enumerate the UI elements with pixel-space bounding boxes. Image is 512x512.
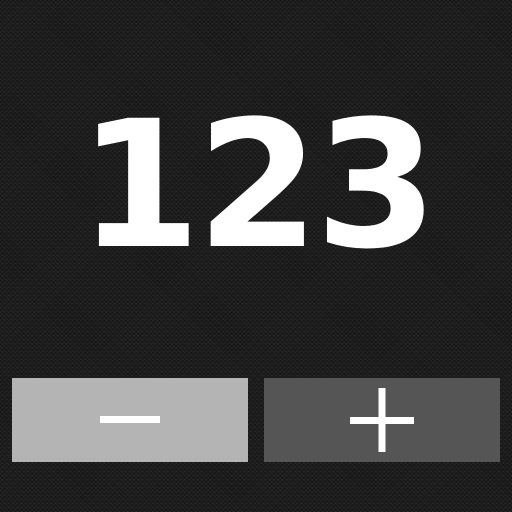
counter-screen: 123 (0, 0, 512, 512)
counter-value: 123 (78, 83, 437, 288)
minus-icon (90, 380, 170, 460)
plus-icon (342, 380, 422, 460)
increment-button[interactable] (264, 378, 500, 462)
decrement-button[interactable] (12, 378, 248, 462)
